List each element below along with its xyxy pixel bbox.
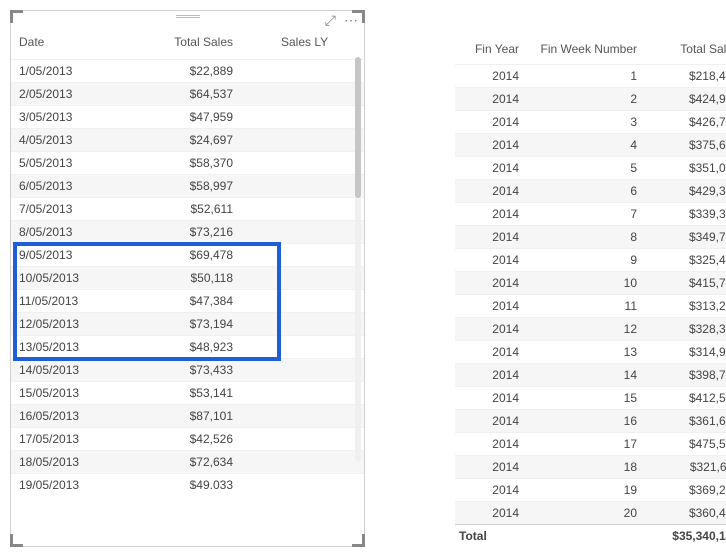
more-options-icon[interactable]: ⋯ [344,13,358,27]
scrollbar-thumb[interactable] [355,57,361,198]
table-row[interactable]: 20143$426,791 [455,111,726,134]
table-row[interactable]: 201412$328,388 [455,318,726,341]
table-row[interactable]: 10/05/2013$50,118 [11,267,364,290]
table-row[interactable]: 13/05/2013$48,923 [11,336,364,359]
table-row[interactable]: 14/05/2013$73,433 [11,359,364,382]
col-total-sales-r[interactable]: Total Sales [655,36,726,65]
left-visual-frame[interactable]: ⤢ ⋯ Date Total Sales Sales LY 1/05/2013$… [10,10,365,547]
table-row[interactable]: 3/05/2013$47,959 [11,106,364,129]
table-row[interactable]: 20145$351,097 [455,157,726,180]
right-total-row: Total $35,340,145 [455,525,726,548]
table-row[interactable]: 17/05/2013$42,526 [11,428,364,451]
table-row[interactable]: 201411$313,276 [455,295,726,318]
table-row[interactable]: 20148$349,700 [455,226,726,249]
table-row[interactable]: 201410$415,700 [455,272,726,295]
table-row[interactable]: 201415$412,582 [455,387,726,410]
focus-mode-icon[interactable]: ⤢ [325,13,336,27]
table-row[interactable]: 16/05/2013$87,101 [11,405,364,428]
resize-handle-br[interactable] [352,534,365,547]
table-row[interactable]: 5/05/2013$58,370 [11,152,364,175]
table-row[interactable]: 20149$325,427 [455,249,726,272]
table-row[interactable]: 20146$429,343 [455,180,726,203]
table-row[interactable]: 201418$321,611 [455,456,726,479]
table-row[interactable]: 12/05/2013$73,194 [11,313,364,336]
table-row[interactable]: 9/05/2013$69,478 [11,244,364,267]
table-row[interactable]: 201417$475,583 [455,433,726,456]
col-date[interactable]: Date [11,29,115,60]
table-row[interactable]: 20142$424,998 [455,88,726,111]
col-fin-year[interactable]: Fin Year [455,36,533,65]
table-row[interactable]: 201414$398,758 [455,364,726,387]
total-sales-r: $35,340,145 [655,525,726,548]
table-row[interactable]: 18/05/2013$72,634 [11,451,364,474]
left-table: Date Total Sales Sales LY 1/05/2013$22,8… [11,29,364,489]
right-table: Fin Year Fin Week Number Total Sales 201… [455,36,726,547]
col-sales-ly[interactable]: Sales LY [273,29,364,60]
table-row[interactable]: 20141$218,452 [455,65,726,88]
resize-handle-tl[interactable] [10,10,23,23]
total-label-r: Total [455,525,533,548]
table-row[interactable]: 201419$369,244 [455,479,726,502]
table-row[interactable]: 19/05/2013$49,033 [11,474,364,490]
drag-grip[interactable] [176,15,200,19]
table-row[interactable]: 4/05/2013$24,697 [11,129,364,152]
table-row[interactable]: 11/05/2013$47,384 [11,290,364,313]
scrollbar[interactable] [355,57,361,461]
table-row[interactable]: 7/05/2013$52,611 [11,198,364,221]
table-row[interactable]: 8/05/2013$73,216 [11,221,364,244]
table-row[interactable]: 20144$375,688 [455,134,726,157]
table-row[interactable]: 6/05/2013$58,997 [11,175,364,198]
resize-handle-bl[interactable] [10,534,23,547]
table-row[interactable]: 201420$360,483 [455,502,726,525]
col-total-sales[interactable]: Total Sales [115,29,273,60]
table-row[interactable]: 1/05/2013$22,889 [11,60,364,83]
table-row[interactable]: 15/05/2013$53,141 [11,382,364,405]
table-row[interactable]: 20147$339,302 [455,203,726,226]
table-row[interactable]: 201413$314,927 [455,341,726,364]
col-fin-week[interactable]: Fin Week Number [533,36,655,65]
table-row[interactable]: 2/05/2013$64,537 [11,83,364,106]
table-row[interactable]: 201416$361,660 [455,410,726,433]
